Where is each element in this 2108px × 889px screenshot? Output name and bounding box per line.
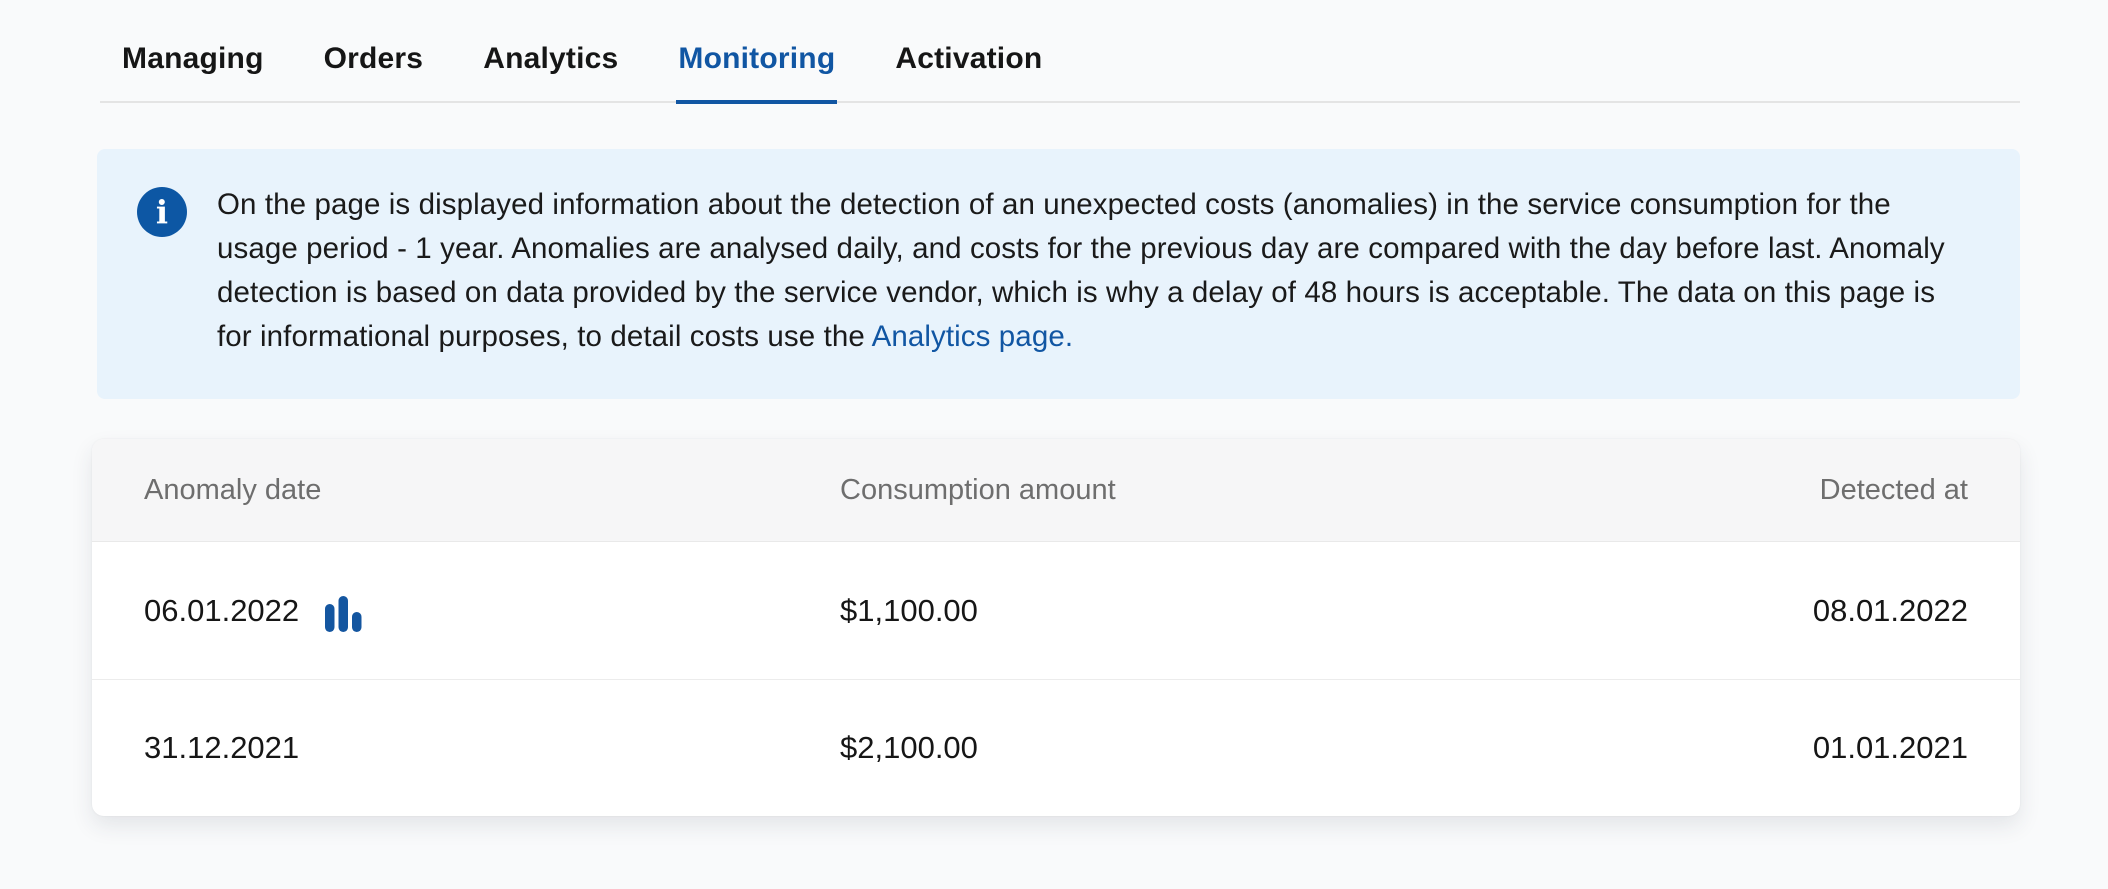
info-banner: i On the page is displayed information a… xyxy=(97,149,2020,399)
tab-bar: Managing Orders Analytics Monitoring Act… xyxy=(100,26,2020,103)
analytics-page-link[interactable]: Analytics page. xyxy=(872,320,1074,353)
anomaly-date-value: 31.12.2021 xyxy=(144,730,299,766)
info-banner-text: On the page is displayed information abo… xyxy=(217,183,1976,359)
info-banner-body: On the page is displayed information abo… xyxy=(217,188,1945,353)
consumption-amount-value: $2,100.00 xyxy=(840,730,1648,766)
tab-analytics[interactable]: Analytics xyxy=(481,26,620,104)
anomalies-table: Anomaly date Consumption amount Detected… xyxy=(92,439,2020,816)
tab-orders[interactable]: Orders xyxy=(322,26,426,104)
info-icon: i xyxy=(137,187,187,237)
table-row: 06.01.2022 $1,100.00 08.01.2022 xyxy=(92,542,2020,679)
tab-monitoring[interactable]: Monitoring xyxy=(676,26,837,104)
detected-at-value: 08.01.2022 xyxy=(1648,593,1968,629)
table-header-row: Anomaly date Consumption amount Detected… xyxy=(92,439,2020,542)
tab-activation[interactable]: Activation xyxy=(893,26,1044,104)
column-header-consumption-amount: Consumption amount xyxy=(840,474,1648,507)
consumption-amount-value: $1,100.00 xyxy=(840,593,1648,629)
anomaly-date-value: 06.01.2022 xyxy=(144,593,299,629)
bar-chart-icon[interactable] xyxy=(325,591,362,632)
column-header-anomaly-date: Anomaly date xyxy=(144,474,840,507)
table-row: 31.12.2021 $2,100.00 01.01.2021 xyxy=(92,679,2020,816)
detected-at-value: 01.01.2021 xyxy=(1648,730,1968,766)
tab-managing[interactable]: Managing xyxy=(120,26,266,104)
column-header-detected-at: Detected at xyxy=(1648,474,1968,507)
